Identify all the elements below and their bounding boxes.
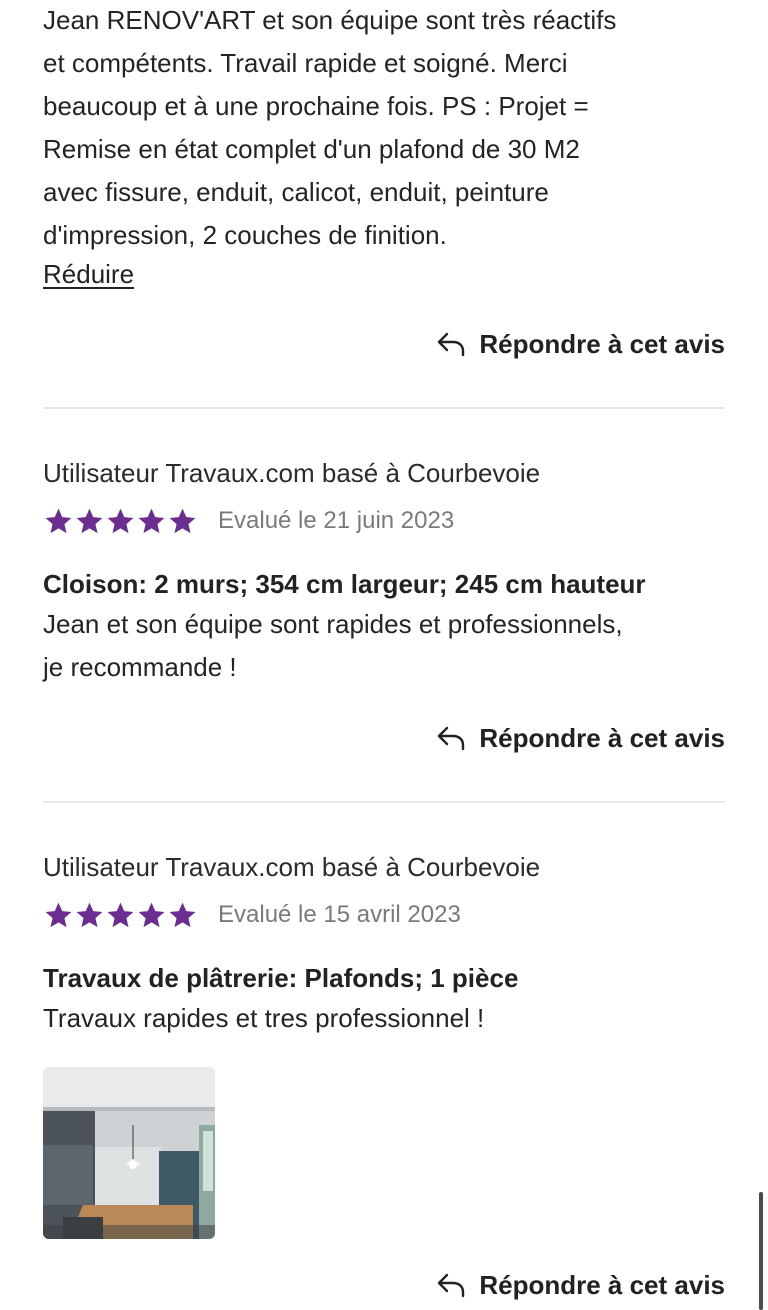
- reply-arrow-icon: [436, 1271, 466, 1299]
- reply-button[interactable]: Répondre à cet avis: [436, 723, 725, 754]
- divider: [43, 801, 725, 803]
- review-author: Utilisateur Travaux.com basé à Courbevoi…: [43, 852, 541, 882]
- review-body: Jean et son équipe sont rapides et profe…: [43, 603, 725, 689]
- reply-button[interactable]: Répondre à cet avis: [436, 329, 725, 360]
- review-date: Evalué le 15 avril 2023: [218, 901, 461, 928]
- rating-row: Evalué le 15 avril 2023: [43, 898, 725, 932]
- star-icon: [107, 902, 134, 927]
- star-icon: [76, 902, 103, 927]
- star-icon: [169, 902, 196, 927]
- star-icon: [76, 508, 103, 533]
- star-rating: [43, 900, 198, 931]
- review-body-line: et compétents. Travail rapide et soigné.…: [43, 48, 568, 78]
- review-photo[interactable]: [43, 1067, 215, 1239]
- kitchen-photo: [43, 1067, 215, 1239]
- star-icon: [138, 902, 165, 927]
- review-body: Jean RENOV'ART et son équipe sont très r…: [43, 0, 725, 257]
- review-title: Travaux de plâtrerie: Plafonds; 1 pièce: [43, 963, 519, 993]
- rating-row: Evalué le 21 juin 2023: [43, 504, 725, 538]
- reply-label: Répondre à cet avis: [479, 722, 725, 753]
- review-card: Utilisateur Travaux.com basé à Courbevoi…: [43, 850, 725, 1305]
- review-body: Travaux rapides et tres professionnel !: [43, 1003, 485, 1033]
- review-body-line: Jean RENOV'ART et son équipe sont très r…: [43, 5, 617, 35]
- reply-label: Répondre à cet avis: [479, 1269, 725, 1300]
- review-body-line: avec fissure, enduit, calicot, enduit, p…: [43, 177, 549, 207]
- collapse-link[interactable]: Réduire: [43, 257, 134, 291]
- reviews-list: Jean RENOV'ART et son équipe sont très r…: [43, 0, 725, 1305]
- review-body-line: beaucoup et à une prochaine fois. PS : P…: [43, 91, 589, 121]
- review-title: Cloison: 2 murs; 354 cm largeur; 245 cm …: [43, 569, 646, 599]
- review-date: Evalué le 21 juin 2023: [218, 507, 455, 534]
- review-author: Utilisateur Travaux.com basé à Courbevoi…: [43, 458, 541, 488]
- divider: [43, 407, 725, 409]
- reply-arrow-icon: [436, 724, 466, 752]
- reply-button[interactable]: Répondre à cet avis: [436, 1270, 725, 1301]
- review-body-line: Jean et son équipe sont rapides et profe…: [43, 609, 623, 639]
- review-body-line: je recommande !: [43, 652, 237, 682]
- review-body-line: Remise en état complet d'un plafond de 3…: [43, 134, 580, 164]
- star-rating: [43, 506, 198, 537]
- star-icon: [169, 508, 196, 533]
- review-top: Jean RENOV'ART et son équipe sont très r…: [43, 0, 725, 409]
- star-icon: [45, 508, 72, 533]
- reply-arrow-icon: [436, 330, 466, 358]
- star-icon: [107, 508, 134, 533]
- scrollbar[interactable]: [759, 1192, 763, 1310]
- review-body-line: d'impression, 2 couches de finition.: [43, 220, 447, 250]
- reply-label: Répondre à cet avis: [479, 328, 725, 359]
- star-icon: [138, 508, 165, 533]
- review-card: Utilisateur Travaux.com basé à Courbevoi…: [43, 456, 725, 803]
- star-icon: [45, 902, 72, 927]
